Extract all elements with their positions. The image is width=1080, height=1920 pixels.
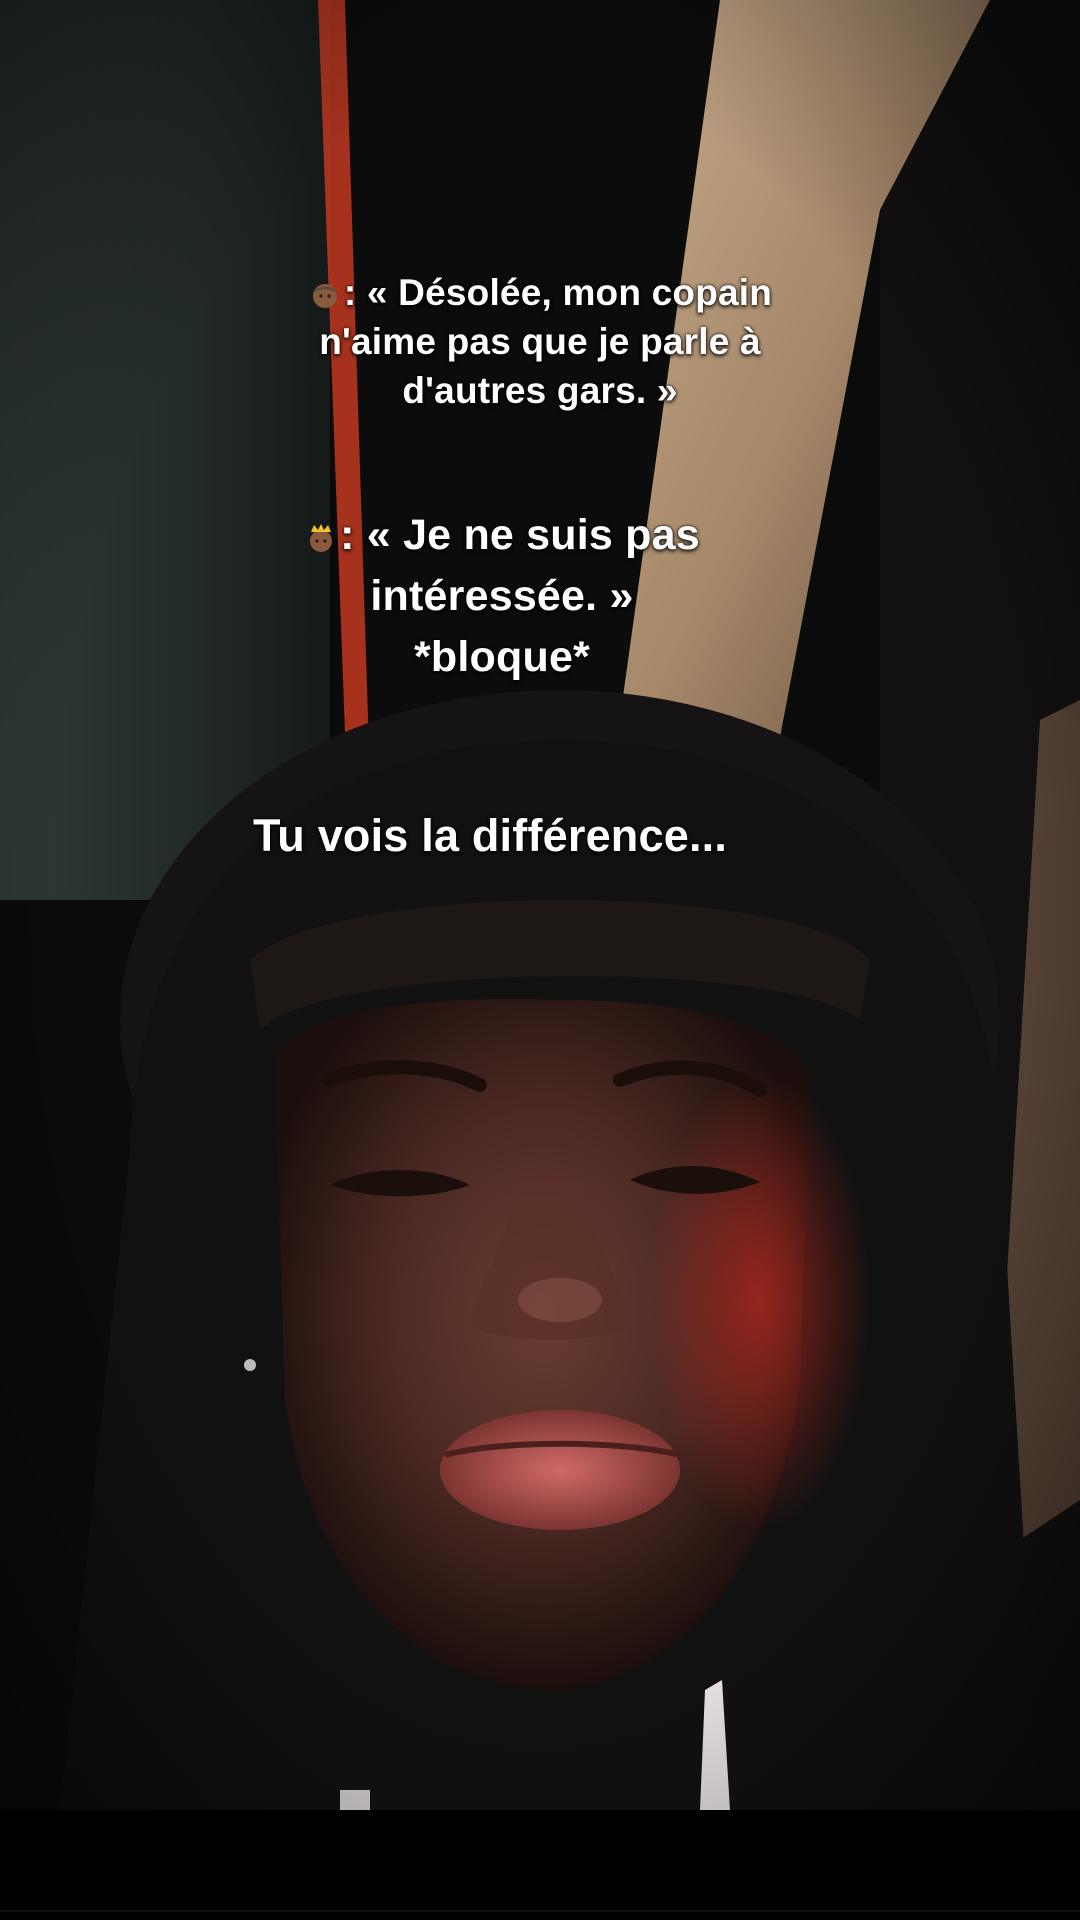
bottom-bar xyxy=(0,1810,1080,1920)
caption-text: Tu vois la différence... xyxy=(252,810,728,861)
caption-line: : « Je ne suis pas xyxy=(282,505,722,566)
caption-text: : « Désolée, mon copain xyxy=(343,272,773,313)
caption-girlfriend-excuse: : « Désolée, mon copain n'aime pas que j… xyxy=(250,268,830,415)
caption-not-interested: : « Je ne suis pas intéressée. » *bloque… xyxy=(282,505,722,688)
princess-emoji-icon xyxy=(310,523,333,552)
video-frame[interactable]: : « Désolée, mon copain n'aime pas que j… xyxy=(0,0,1080,1810)
bottom-divider xyxy=(0,1910,1080,1912)
caption-see-difference: Tu vois la différence... xyxy=(180,808,800,864)
caption-line: d'autres gars. » xyxy=(402,370,678,411)
caption-line: intéressée. » xyxy=(370,572,634,620)
video-screen: : « Désolée, mon copain n'aime pas que j… xyxy=(0,0,1080,1920)
caption-line: : « Désolée, mon copain xyxy=(250,268,830,317)
caption-line: *bloque* xyxy=(414,633,590,681)
woman-emoji-icon xyxy=(312,284,337,309)
caption-text: : « Je ne suis pas xyxy=(340,511,700,559)
caption-line: n'aime pas que je parle à xyxy=(319,321,761,362)
